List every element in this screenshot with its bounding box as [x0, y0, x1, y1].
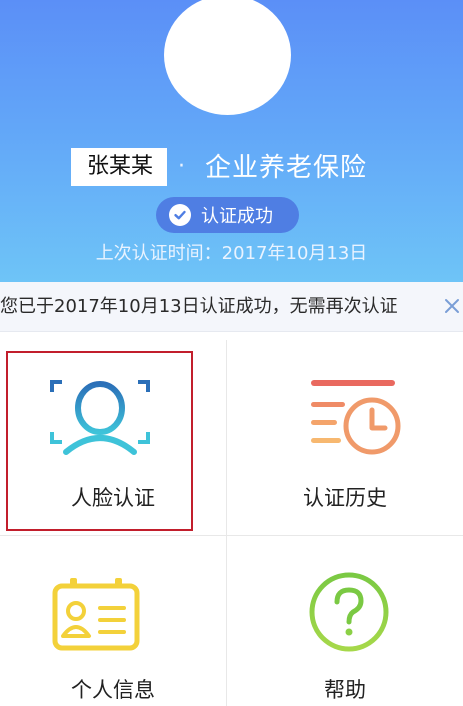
- selection-highlight: [6, 351, 193, 531]
- id-card-icon: [52, 578, 140, 651]
- last-verify-time: 上次认证时间：2017年10月13日: [95, 243, 368, 264]
- menu-label-verify-history: 认证历史: [303, 486, 387, 510]
- menu-item-personal-info[interactable]: 个人信息: [0, 536, 226, 706]
- menu-item-verify-history[interactable]: 认证历史: [227, 340, 463, 535]
- avatar: [164, 0, 291, 115]
- notice-bar: 您已于2017年10月13日认证成功，无需再次认证: [0, 282, 463, 332]
- menu-item-help[interactable]: 帮助: [227, 536, 463, 706]
- help-question-icon: [309, 572, 389, 652]
- insurance-type: 企业养老保险: [205, 153, 368, 183]
- status-label: 认证成功: [201, 206, 273, 227]
- notice-text: 您已于2017年10月13日认证成功，无需再次认证: [0, 296, 398, 317]
- close-icon[interactable]: [443, 295, 461, 317]
- menu-label-help: 帮助: [324, 678, 366, 702]
- name-separator: ·: [178, 154, 185, 179]
- menu-label-personal-info: 个人信息: [71, 678, 155, 702]
- menu-grid: 人脸认证 认证历史 个人信息 帮助: [0, 340, 463, 706]
- profile-header: 张某某 · 企业养老保险 认证成功 上次认证时间：2017年10月13日: [0, 0, 463, 282]
- user-name: 张某某: [71, 148, 167, 186]
- status-badge: 认证成功: [156, 197, 299, 233]
- check-icon: [169, 204, 191, 226]
- history-clock-icon: [311, 380, 401, 455]
